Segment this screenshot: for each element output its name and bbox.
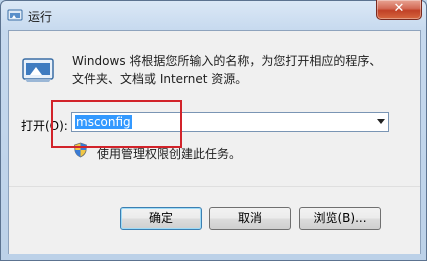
description-text: Windows 将根据您所输入的名称，为您打开相应的程序、 文件夹、文档或 In… [72,52,381,88]
highlight-box [51,100,182,148]
description-line-2: 文件夹、文档或 Internet 资源。 [72,72,248,86]
run-dialog: 运行 ✕ Windows 将根据您所输入的名称，为您打开相应的程序、 文件夹、文… [0,0,427,261]
ok-button[interactable]: 确定 [120,207,202,230]
window-title: 运行 [28,10,53,24]
dialog-body: Windows 将根据您所输入的名称，为您打开相应的程序、 文件夹、文档或 In… [8,30,421,254]
run-program-icon [22,58,54,82]
description-line-1: Windows 将根据您所输入的名称，为您打开相应的程序、 [72,54,382,68]
close-icon: ✕ [393,1,405,16]
chevron-down-icon[interactable] [377,119,385,124]
cancel-button[interactable]: 取消 [209,207,291,230]
close-button[interactable]: ✕ [376,0,422,20]
run-icon [7,9,23,21]
browse-button[interactable]: 浏览(B)... [299,207,381,230]
